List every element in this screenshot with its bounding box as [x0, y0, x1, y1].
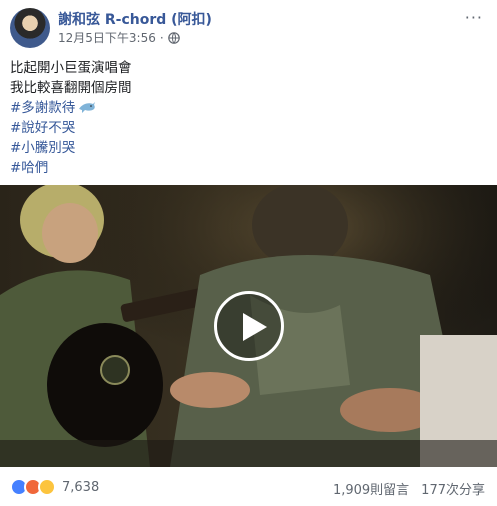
hashtag-link[interactable]: #說好不哭: [10, 120, 75, 136]
hashtag-link[interactable]: #哈們: [10, 160, 48, 176]
meta-separator: ·: [159, 30, 164, 45]
caption-hashtag-line: #哈們: [10, 158, 132, 178]
hashtag-link[interactable]: #多謝款待: [10, 100, 75, 116]
comments-count-link[interactable]: 1,909則留言: [333, 479, 409, 498]
caption-hashtag-line: #小騰別哭: [10, 138, 132, 158]
shares-count-link[interactable]: 177次分享: [421, 479, 485, 498]
post-timestamp[interactable]: 12月5日下午3:56: [58, 29, 156, 46]
caption-hashtag-line: #說好不哭: [10, 118, 132, 138]
author-name[interactable]: 謝和弦 R-chord (阿扣): [58, 9, 212, 29]
reactions-summary[interactable]: 7,638: [10, 478, 99, 496]
globe-icon[interactable]: [167, 31, 180, 44]
post-stats: 1,909則留言 177次分享: [333, 479, 485, 498]
more-options-icon[interactable]: ···: [465, 8, 483, 27]
dolphin-emoji-icon: [79, 102, 96, 113]
haha-reaction-icon: [38, 478, 56, 496]
reaction-count: 7,638: [62, 479, 100, 495]
facebook-post: 謝和弦 R-chord (阿扣) 12月5日下午3:56 · ··· 比起開小巨…: [0, 0, 497, 506]
author-avatar[interactable]: [10, 8, 50, 48]
caption-hashtag-line: #多謝款待: [10, 98, 132, 118]
caption-line: 我比較喜翻開個房間: [10, 80, 132, 96]
play-icon[interactable]: [214, 291, 284, 361]
post-caption: 比起開小巨蛋演唱會 我比較喜翻開個房間 #多謝款待 #說好不哭 #小騰別哭 #哈…: [10, 58, 132, 178]
caption-line: 比起開小巨蛋演唱會: [10, 60, 132, 76]
hashtag-link[interactable]: #小騰別哭: [10, 140, 75, 156]
post-meta: 12月5日下午3:56 ·: [58, 29, 180, 46]
